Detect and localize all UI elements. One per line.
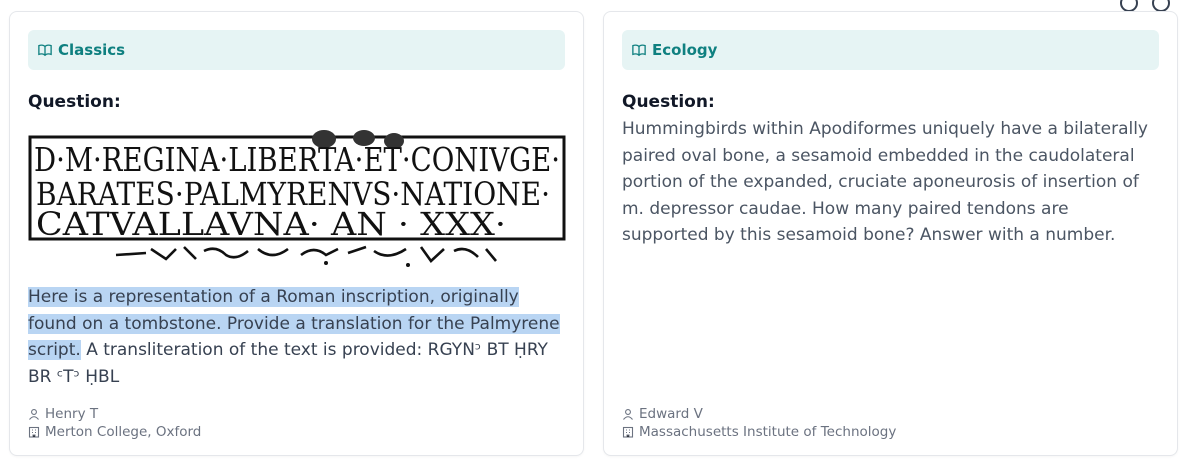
author-name: Henry T bbox=[45, 406, 99, 422]
user-icon bbox=[623, 409, 633, 420]
subject-label: Classics bbox=[58, 41, 126, 59]
institution-name: Massachusetts Institute of Technology bbox=[639, 424, 897, 440]
subject-badge: Ecology bbox=[622, 30, 1159, 70]
question-label: Question: bbox=[28, 92, 121, 112]
question-card-ecology[interactable]: Ecology Question: Hummingbirds within Ap… bbox=[603, 11, 1178, 456]
author-info: Henry T Merton College, Oxford bbox=[28, 405, 201, 441]
building-icon bbox=[622, 426, 634, 438]
book-icon bbox=[38, 44, 52, 57]
author-name: Edward V bbox=[639, 406, 703, 422]
subject-badge: Classics bbox=[28, 30, 565, 70]
inscription-line-3: CATVALLAVNA· AN · XXX· bbox=[36, 205, 506, 243]
question-text: Hummingbirds within Apodiformes uniquely… bbox=[622, 119, 1148, 246]
question-label: Question: bbox=[622, 92, 715, 112]
author-info: Edward V Massachusetts Institute of Tech… bbox=[622, 405, 896, 441]
user-icon bbox=[29, 409, 39, 420]
institution-name: Merton College, Oxford bbox=[45, 424, 202, 440]
book-icon bbox=[632, 44, 646, 57]
question-text: A transliteration of the text is provide… bbox=[28, 340, 548, 387]
palmyrene-script bbox=[115, 245, 497, 263]
inscription-line-1: D·M·REGINA·LIBERTA·ET·CONIVGE· bbox=[34, 140, 560, 179]
building-icon bbox=[28, 426, 40, 438]
subject-label: Ecology bbox=[652, 41, 718, 59]
question-card-classics[interactable]: Classics Question: D·M·REGINA·LIBERTA·ET… bbox=[9, 11, 584, 456]
inscription-image: D·M·REGINA·LIBERTA·ET·CONIVGE· BARATES·P… bbox=[28, 130, 566, 267]
